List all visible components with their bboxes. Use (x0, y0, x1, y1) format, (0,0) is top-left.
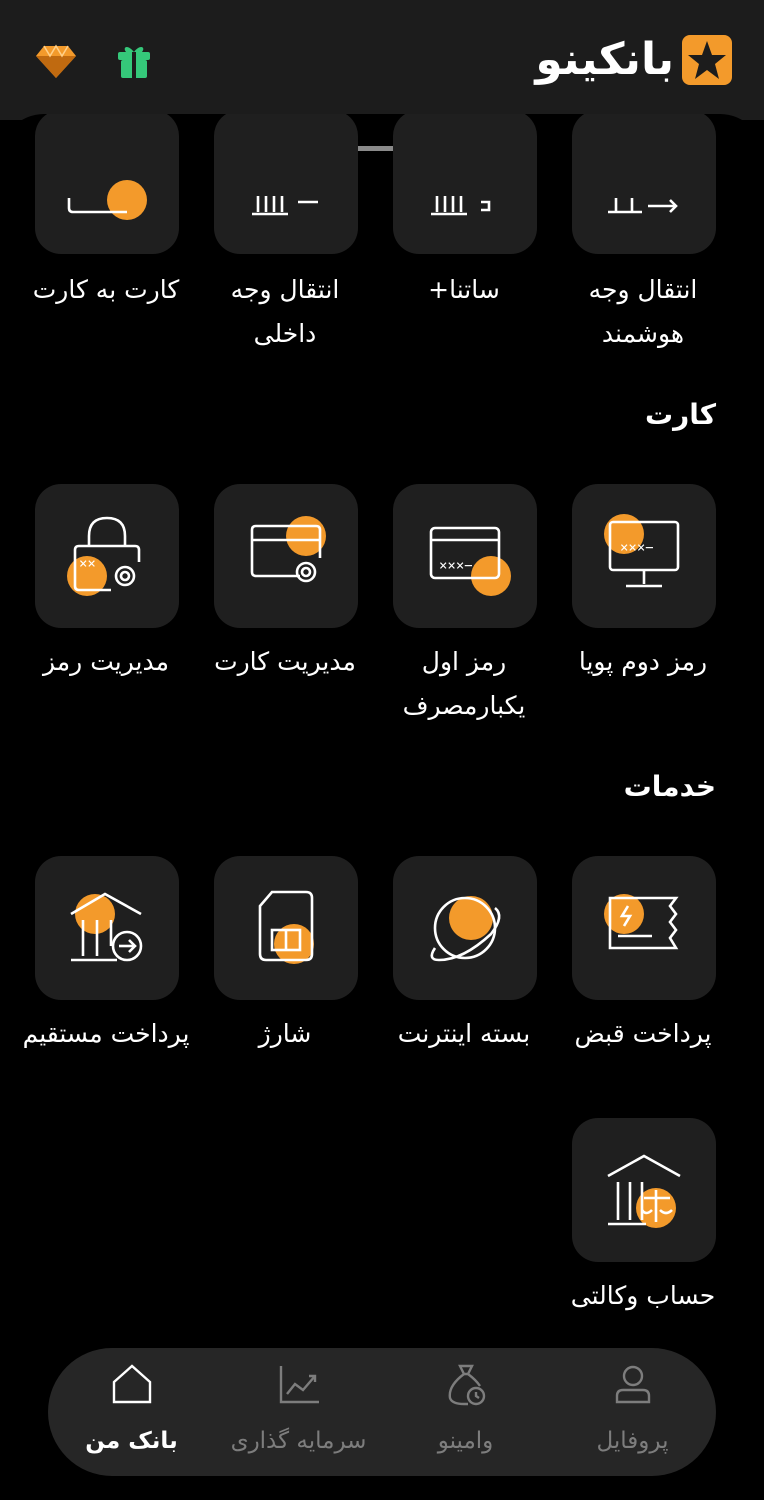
tile-label-password-management: مدیریت رمز (43, 647, 169, 676)
smart-transfer-tile[interactable] (572, 114, 716, 254)
tile-label-smart-transfer: انتقال وجه هوشمند (588, 275, 698, 348)
one-time-password-tile[interactable]: ×××− (393, 484, 537, 628)
svg-text:××: ×× (79, 556, 96, 572)
section-title-card: کارت (644, 398, 716, 431)
logo-text: بانکینو (535, 34, 674, 85)
chart-trend-icon (279, 1366, 319, 1404)
top-up-tile[interactable] (214, 856, 358, 1000)
planet-icon (430, 896, 501, 962)
nav-label-investment: سرمایه گذاری (230, 1428, 367, 1454)
svg-text:×××−: ×××− (439, 558, 473, 574)
card-transfer-icon (67, 180, 147, 220)
tile-label-dynamic-second-password: رمز دوم پویا (578, 647, 708, 676)
nav-item-profile[interactable]: پروفایل (549, 1348, 716, 1476)
internal-transfer-tile[interactable] (214, 114, 358, 254)
smart-transfer-icon (608, 198, 678, 214)
user-icon (615, 1365, 651, 1404)
internet-package-tile[interactable] (393, 856, 537, 1000)
direct-payment-tile[interactable] (35, 856, 179, 1000)
money-bag-icon (448, 1364, 486, 1406)
proxy-account-tile[interactable] (572, 1118, 716, 1262)
bottom-navigation: پروفایل وامینو سرمایه گذاری بانک من (48, 1348, 716, 1476)
tile-label-bill-payment: پرداخت قبض (574, 1019, 712, 1048)
diamond-icon[interactable] (34, 38, 78, 82)
bill-icon (604, 894, 679, 950)
nav-item-investment[interactable]: سرمایه گذاری (215, 1348, 382, 1476)
svg-text:×××−: ×××− (620, 540, 654, 556)
dynamic-second-password-tile[interactable]: ×××− (572, 484, 716, 628)
logo-mark-icon (682, 35, 732, 85)
tile-label-top-up: شارژ (258, 1019, 312, 1048)
tile-label-satna: ساتنا+ (428, 275, 500, 304)
services-sheet: انتقال وجه هوشمند ساتنا+ انتقال وجه داخل… (0, 114, 764, 1500)
bank-arrow-icon (70, 892, 143, 962)
sim-card-icon (258, 890, 314, 964)
tile-label-proxy-account: حساب وکالتی (570, 1281, 716, 1310)
home-icon (112, 1364, 152, 1404)
bank-scale-icon (607, 1154, 681, 1228)
tile-label-internet-package: بسته اینترنت (397, 1019, 531, 1048)
bill-payment-tile[interactable] (572, 856, 716, 1000)
password-management-tile[interactable]: ×× (35, 484, 179, 628)
tile-label-card-management: مدیریت کارت (214, 647, 356, 676)
nav-item-my-bank[interactable]: بانک من (48, 1348, 215, 1476)
tile-label-card-to-card: کارت به کارت (32, 275, 180, 304)
nav-label-loans: وامینو (437, 1428, 494, 1454)
card-password-icon: ×××− (429, 526, 511, 596)
card-settings-icon (250, 516, 326, 583)
tile-label-direct-payment: پرداخت مستقیم (22, 1019, 190, 1048)
app-header: بانکینو (0, 0, 764, 120)
card-management-tile[interactable] (214, 484, 358, 628)
gift-icon[interactable] (112, 38, 156, 82)
nav-label-my-bank: بانک من (85, 1428, 178, 1454)
app-logo: بانکینو (535, 32, 732, 88)
lock-settings-icon: ×× (67, 516, 141, 596)
tile-label-internal-transfer: انتقال وجه داخلی (230, 275, 340, 348)
nav-item-loans[interactable]: وامینو (382, 1348, 549, 1476)
section-title-services: خدمات (623, 770, 716, 803)
satna-tile[interactable] (393, 114, 537, 254)
card-to-card-tile[interactable] (35, 114, 179, 254)
bank-building-icon (252, 196, 318, 216)
bank-building-icon (431, 196, 491, 216)
monitor-password-icon: ×××− (604, 514, 680, 588)
tile-label-one-time-password: رمز اول یکبارمصرف (402, 647, 526, 720)
nav-label-profile: پروفایل (596, 1428, 669, 1454)
